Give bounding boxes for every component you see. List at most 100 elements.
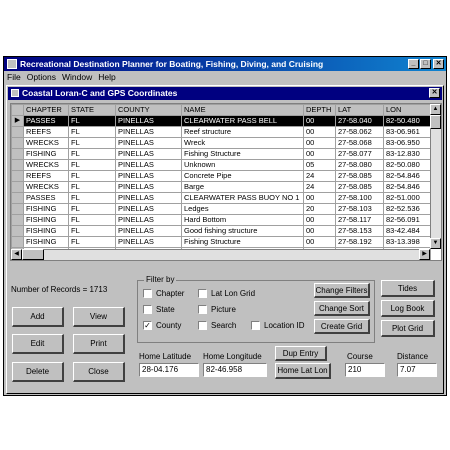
cell-state[interactable]: FL [68,126,116,138]
cell-state[interactable]: FL [68,148,116,160]
column-header-state[interactable]: STATE [68,104,116,116]
print-button[interactable]: Print [73,334,125,354]
row-indicator[interactable] [11,203,24,215]
horizontal-scroll-thumb[interactable] [22,249,44,260]
table-row[interactable]: ▶ PASSES FL PINELLAS CLEARWATER PASS BELL 00 2… [11,115,431,127]
home-latitude-field[interactable]: 28-04.176 [139,363,199,377]
cell-state[interactable]: FL [68,137,116,149]
change-filters-button[interactable]: Change Filters [314,283,370,298]
cell-state[interactable]: FL [68,115,116,127]
cell-depth[interactable]: 00 [303,115,336,127]
cell-depth[interactable]: 00 [303,192,336,204]
column-header-county[interactable]: COUNTY [115,104,182,116]
cell-name[interactable]: Fishing Structure [181,148,304,160]
lat-lon-grid-checkbox[interactable] [198,289,207,298]
cell-lon[interactable]: 83-06.961 [383,126,431,138]
cell-county[interactable]: PINELLAS [115,225,182,237]
cell-county[interactable]: PINELLAS [115,159,182,171]
cell-lat[interactable]: 27-58.192 [335,236,384,248]
maximize-button[interactable]: □ [420,59,431,69]
cell-state[interactable]: FL [68,203,116,215]
chapter-checkbox[interactable] [143,289,152,298]
cell-depth[interactable]: 00 [303,225,336,237]
column-header-name[interactable]: NAME [181,104,304,116]
cell-county[interactable]: PINELLAS [115,203,182,215]
cell-county[interactable]: PINELLAS [115,126,182,138]
cell-lat[interactable]: 27-58.062 [335,126,384,138]
add-button[interactable]: Add [12,307,64,327]
cell-lon[interactable]: 82-50.480 [383,115,431,127]
cell-lat[interactable]: 27-58.117 [335,214,384,226]
cell-chapter[interactable]: PASSES [23,115,69,127]
cell-lon[interactable]: 83-42.484 [383,225,431,237]
column-header-depth[interactable]: DEPTH [303,104,336,116]
course-field[interactable]: 210 [345,363,385,377]
cell-name[interactable]: Barge [181,181,304,193]
table-row[interactable]: FISHING FL PINELLAS Fishing Structure 00 27-5… [11,148,431,160]
cell-name[interactable]: CLEARWATER PASS BUOY NO 1 [181,192,304,204]
menu-help[interactable]: Help [95,72,118,82]
cell-lat[interactable]: 27-58.040 [335,115,384,127]
close-form-button[interactable]: Close [73,362,125,382]
cell-county[interactable]: PINELLAS [115,137,182,149]
menu-file[interactable]: File [4,72,24,82]
window-icon[interactable] [11,89,19,97]
cell-chapter[interactable]: REEFS [23,126,69,138]
picture-checkbox[interactable] [198,305,207,314]
scroll-up-arrow-icon[interactable]: ▲ [430,104,441,115]
table-row[interactable]: REEFS FL PINELLAS Reef structure 00 27-58.062… [11,126,431,138]
cell-name[interactable]: CLEARWATER PASS BELL [181,115,304,127]
table-row[interactable]: REEFS FL PINELLAS Concrete Pipe 24 27-58.085 8… [11,170,431,182]
create-grid-button[interactable]: Create Grid [314,319,370,334]
cell-lon[interactable]: 83-06.950 [383,137,431,149]
row-indicator[interactable] [11,192,24,204]
cell-chapter[interactable]: FISHING [23,148,69,160]
row-indicator[interactable] [11,181,24,193]
cell-name[interactable]: Concrete Pipe [181,170,304,182]
cell-state[interactable]: FL [68,225,116,237]
cell-state[interactable]: FL [68,214,116,226]
cell-lat[interactable]: 27-58.085 [335,181,384,193]
dup-entry-button[interactable]: Dup Entry [275,346,327,361]
table-row[interactable]: WRECKS FL PINELLAS Wreck 00 27-58.068 83-06.95… [11,137,431,149]
table-row[interactable]: FISHING FL PINELLAS Fishing Structure 00 27-5… [11,236,431,248]
cell-lat[interactable]: 27-58.068 [335,137,384,149]
cell-state[interactable]: FL [68,236,116,248]
child-close-button[interactable]: ✕ [429,88,440,98]
cell-name[interactable]: Reef structure [181,126,304,138]
row-indicator[interactable] [11,137,24,149]
row-indicator[interactable] [11,148,24,160]
table-row[interactable]: PASSES FL PINELLAS CLEARWATER PASS BUOY NO … [11,192,431,204]
cell-chapter[interactable]: PASSES [23,192,69,204]
log-book-button[interactable]: Log Book [381,300,435,317]
cell-lat[interactable]: 27-58.100 [335,192,384,204]
cell-county[interactable]: PINELLAS [115,214,182,226]
table-row[interactable]: FISHING FL PINELLAS Ledges 20 27-58.103 82-52.… [11,203,431,215]
cell-chapter[interactable]: FISHING [23,203,69,215]
cell-depth[interactable]: 00 [303,148,336,160]
distance-field[interactable]: 7.07 [397,363,437,377]
cell-name[interactable]: Ledges [181,203,304,215]
cell-depth[interactable]: 00 [303,214,336,226]
cell-lon[interactable]: 83-13.398 [383,236,431,248]
scroll-down-arrow-icon[interactable]: ▼ [430,238,441,249]
close-button[interactable]: ✕ [433,59,444,69]
row-indicator[interactable] [11,159,24,171]
cell-county[interactable]: PINELLAS [115,192,182,204]
plot-grid-button[interactable]: Plot Grid [381,320,435,337]
minimize-button[interactable]: _ [408,59,419,69]
menu-window[interactable]: Window [59,72,95,82]
cell-state[interactable]: FL [68,181,116,193]
tides-button[interactable]: Tides [381,280,435,297]
cell-lat[interactable]: 27-58.077 [335,148,384,160]
cell-name[interactable]: Wreck [181,137,304,149]
cell-chapter[interactable]: FISHING [23,225,69,237]
row-indicator[interactable] [11,225,24,237]
vertical-scroll-thumb[interactable] [430,115,441,129]
row-indicator[interactable] [11,126,24,138]
cell-depth[interactable]: 05 [303,159,336,171]
cell-lon[interactable]: 82-50.080 [383,159,431,171]
cell-chapter[interactable]: FISHING [23,214,69,226]
cell-depth[interactable]: 20 [303,203,336,215]
scroll-left-arrow-icon[interactable]: ◀ [11,249,22,260]
